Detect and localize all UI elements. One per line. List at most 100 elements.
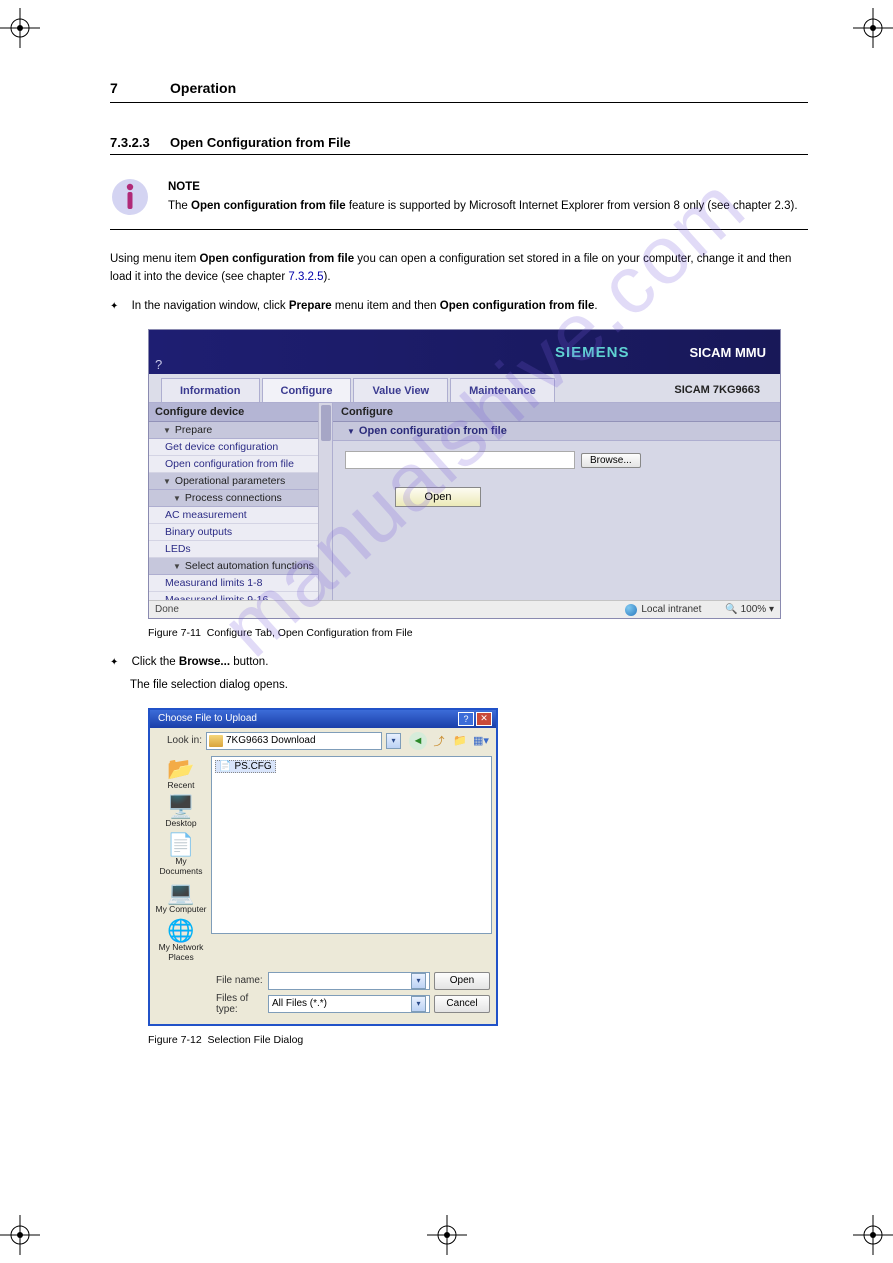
app-header: ? SIEMENS SICAM MMU <box>149 330 780 374</box>
sidebar-item-leds[interactable]: LEDs <box>149 541 332 558</box>
figure-1-caption: Figure 7-11 Configure Tab, Open Configur… <box>148 627 808 639</box>
toolbar-icons: ◄ ⤴ 📁 ▦▾ <box>409 732 490 750</box>
back-icon[interactable]: ◄ <box>409 732 427 750</box>
tab-maintenance[interactable]: Maintenance <box>450 378 555 402</box>
main-form: Browse... Open <box>333 441 780 517</box>
registration-mark-icon <box>427 1215 467 1255</box>
help-icon[interactable]: ? <box>155 357 162 372</box>
place-mynetwork[interactable]: 🌐My Network Places <box>154 918 208 964</box>
chapter-title: Operation <box>170 80 236 96</box>
dialog-close-button[interactable]: ✕ <box>476 712 492 726</box>
status-bar: Done Local intranet 🔍 100% ▾ <box>149 600 780 618</box>
sidebar: Configure device Prepare Get device conf… <box>149 403 333 600</box>
filetype-combo[interactable]: All Files (*.*)▾ <box>268 995 430 1013</box>
product-label: SICAM MMU <box>689 345 766 360</box>
sidebar-section-operational[interactable]: Operational parameters <box>149 473 332 490</box>
sidebar-item-binary-outputs[interactable]: Binary outputs <box>149 524 332 541</box>
section-number: 7.3.2.3 <box>110 135 170 150</box>
note-callout: NOTE The Open configuration from file fe… <box>110 167 808 230</box>
sidebar-item-get-config[interactable]: Get device configuration <box>149 439 332 456</box>
note-text: NOTE The Open configuration from file fe… <box>168 177 798 217</box>
main-subtitle: Open configuration from file <box>333 422 780 441</box>
chapter-number: 7 <box>110 80 170 96</box>
tab-value-view[interactable]: Value View <box>353 378 448 402</box>
place-desktop[interactable]: 🖥️Desktop <box>154 794 208 830</box>
app-body: Configure device Prepare Get device conf… <box>149 402 780 600</box>
section-heading: 7.3.2.3 Open Configuration from File <box>110 109 808 155</box>
chapter-link[interactable]: 7.3.2.5 <box>288 271 323 283</box>
browse-button[interactable]: Browse... <box>581 453 641 468</box>
desktop-icon: 🖥️ <box>154 796 208 818</box>
figure-2: Choose File to Upload ? ✕ Look in: 7KG96… <box>148 708 808 1026</box>
places-bar: 📂Recent 🖥️Desktop 📄My Documents 💻My Comp… <box>154 756 208 964</box>
figure-2-caption: Figure 7-12 Selection File Dialog <box>148 1034 808 1046</box>
dialog-opens-text: The file selection dialog opens. <box>130 676 808 694</box>
registration-mark-icon <box>0 1215 40 1255</box>
filetype-row: Files of type: All Files (*.*)▾ Cancel <box>156 993 490 1015</box>
sidebar-scrollbar[interactable] <box>318 403 332 600</box>
file-dialog: Choose File to Upload ? ✕ Look in: 7KG96… <box>148 708 498 1026</box>
lookin-dropdown-arrow[interactable]: ▾ <box>386 733 401 749</box>
dialog-title: Choose File to Upload <box>158 713 456 724</box>
app-window: ? SIEMENS SICAM MMU Information Configur… <box>148 329 781 619</box>
info-icon <box>110 177 150 217</box>
note-label: NOTE <box>168 179 798 196</box>
file-path-input[interactable] <box>345 451 575 469</box>
main-pane: Configure Open configuration from file B… <box>333 403 780 600</box>
sidebar-section-process[interactable]: Process connections <box>149 490 332 507</box>
sidebar-item-open-config[interactable]: Open configuration from file <box>149 456 332 473</box>
filename-dropdown-arrow[interactable]: ▾ <box>411 973 426 989</box>
new-folder-icon[interactable]: 📁 <box>451 732 469 750</box>
path-row: Browse... <box>345 451 768 469</box>
recent-icon: 📂 <box>154 758 208 780</box>
filetype-label: Files of type: <box>156 993 264 1015</box>
registration-mark-icon <box>0 8 40 48</box>
place-recent[interactable]: 📂Recent <box>154 756 208 792</box>
dialog-main: 📂Recent 🖥️Desktop 📄My Documents 💻My Comp… <box>150 754 496 968</box>
network-icon: 🌐 <box>154 920 208 942</box>
siemens-logo: SIEMENS <box>555 344 630 361</box>
sidebar-section-automation[interactable]: Select automation functions <box>149 558 332 575</box>
open-button[interactable]: Open <box>395 487 481 507</box>
place-mydocuments[interactable]: 📄My Documents <box>154 832 208 878</box>
views-icon[interactable]: ▦▾ <box>472 732 490 750</box>
sidebar-title: Configure device <box>149 403 332 422</box>
sidebar-section-prepare[interactable]: Prepare <box>149 422 332 439</box>
documents-icon: 📄 <box>154 834 208 856</box>
step-2: Click the Browse... button. <box>110 653 808 671</box>
scrollbar-thumb[interactable] <box>321 405 331 441</box>
registration-mark-icon <box>853 1215 893 1255</box>
up-one-level-icon[interactable]: ⤴ <box>430 732 448 750</box>
tab-information[interactable]: Information <box>161 378 260 402</box>
folder-icon <box>209 735 223 747</box>
tab-configure[interactable]: Configure <box>262 378 352 402</box>
file-list[interactable]: 📄PS.CFG <box>211 756 492 934</box>
step-1: In the navigation window, click Prepare … <box>110 297 808 315</box>
dialog-open-button[interactable]: Open <box>434 972 490 990</box>
filename-combo[interactable]: ▾ <box>268 972 430 990</box>
sidebar-item-ac-measurement[interactable]: AC measurement <box>149 507 332 524</box>
filename-row: File name: ▾ Open <box>156 972 490 990</box>
dialog-bottom: File name: ▾ Open Files of type: All Fil… <box>150 968 496 1024</box>
device-label: SICAM 7KG9663 <box>674 384 778 402</box>
sidebar-item-limits-9-16[interactable]: Measurand limits 9-16 <box>149 592 332 600</box>
filename-label: File name: <box>156 975 264 986</box>
tabs-row: Information Configure Value View Mainten… <box>149 374 780 402</box>
intro-paragraph: Using menu item Open configuration from … <box>110 250 808 287</box>
lookin-label: Look in: <box>156 735 202 746</box>
globe-icon <box>625 604 637 616</box>
status-done: Done <box>155 604 625 615</box>
section-title: Open Configuration from File <box>170 135 351 150</box>
dialog-toolbar: Look in: 7KG9663 Download ▾ ◄ ⤴ 📁 ▦▾ <box>150 728 496 754</box>
lookin-combo[interactable]: 7KG9663 Download <box>206 732 382 750</box>
sidebar-item-limits-1-8[interactable]: Measurand limits 1-8 <box>149 575 332 592</box>
filetype-dropdown-arrow[interactable]: ▾ <box>411 996 426 1012</box>
file-item[interactable]: 📄PS.CFG <box>215 760 276 773</box>
dialog-help-button[interactable]: ? <box>458 712 474 726</box>
place-mycomputer[interactable]: 💻My Computer <box>154 880 208 916</box>
dialog-cancel-button[interactable]: Cancel <box>434 995 490 1013</box>
registration-mark-icon <box>853 8 893 48</box>
main-title: Configure <box>333 403 780 422</box>
status-zoom[interactable]: 🔍 100% ▾ <box>725 604 774 615</box>
page-content: 7 Operation 7.3.2.3 Open Configuration f… <box>0 0 893 1120</box>
